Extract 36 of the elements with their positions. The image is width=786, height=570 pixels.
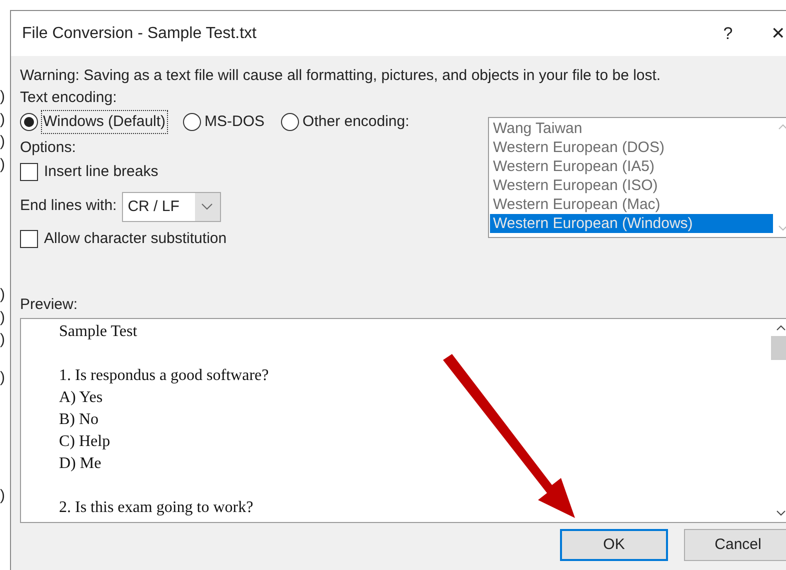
section-label: Text encoding: [20, 88, 118, 108]
document-text-fragment: ) [0, 309, 5, 327]
help-button[interactable]: ? [703, 11, 753, 56]
radio-option[interactable]: Windows (Default) [20, 110, 167, 134]
close-button[interactable]: ✕ [753, 11, 786, 56]
document-text-fragment: ) [0, 369, 5, 387]
preview-text-line: Sample Test [59, 322, 138, 342]
preview-text-line: B) No [59, 410, 100, 430]
window-title: File Conversion - Sample Test.txt [22, 24, 258, 44]
document-text-fragment: ) [0, 156, 5, 174]
line-ending-dropdown[interactable]: CR / LF [122, 192, 221, 222]
scroll-down-icon[interactable] [776, 510, 786, 516]
preview-text-line: 1. Is respondus a good software? [59, 366, 270, 386]
document-text-fragment: ) [0, 331, 5, 349]
preview-text-line: A) Yes [59, 388, 104, 408]
ok-button[interactable]: OK [560, 529, 668, 561]
document-text-fragment: ) [0, 286, 5, 304]
preview-label: Preview: [20, 295, 79, 315]
preview-text-line: 2. Is this exam going to work? [59, 498, 254, 518]
warning-text: Warning: Saving as a text file will cause all formatting, pictures, and objects in your file to be lost. [20, 66, 662, 86]
preview-text-line: D) Me [59, 454, 102, 474]
section-label: Options: [20, 138, 77, 158]
preview-text-line: C) Help [59, 432, 112, 452]
radio-option[interactable]: Other encoding: [280, 110, 410, 134]
chevron-down-icon [194, 192, 220, 220]
scrollbar-thumb[interactable] [771, 336, 786, 360]
checkbox[interactable]: Insert line breaks [20, 161, 158, 184]
checkbox[interactable]: Allow character substitution [20, 228, 227, 250]
document-text-fragment: ) [0, 133, 5, 151]
cancel-button[interactable]: Cancel [684, 529, 786, 561]
radio-option[interactable]: MS-DOS [182, 110, 265, 134]
document-text-fragment: ) [0, 111, 5, 129]
end-lines-label: End lines with: [20, 196, 117, 216]
document-text-fragment: ) [0, 88, 5, 106]
document-text-fragment: ) [0, 487, 5, 505]
scroll-up-icon[interactable] [776, 325, 786, 331]
